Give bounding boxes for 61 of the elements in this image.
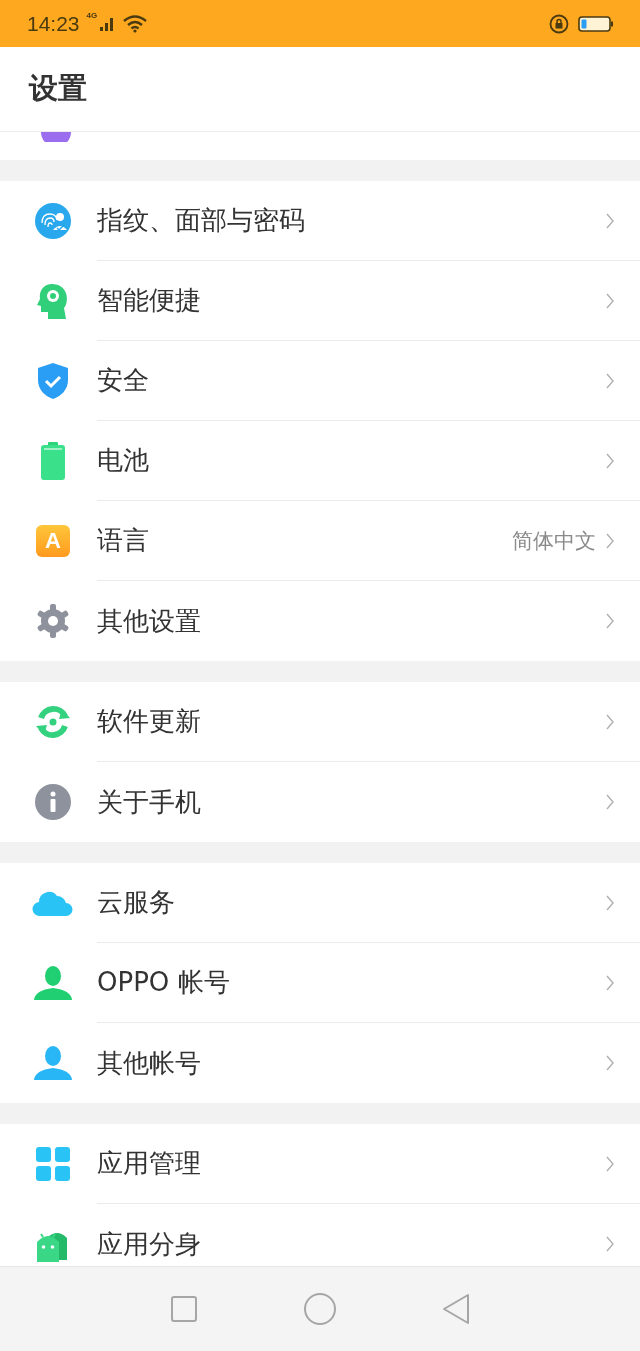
refresh-icon <box>35 704 71 740</box>
settings-item[interactable]: OPPO 帐号 <box>0 943 640 1023</box>
signal-icon <box>100 15 115 32</box>
wifi-icon <box>123 14 148 33</box>
chevron-right-icon <box>606 974 614 991</box>
settings-icon <box>35 603 71 639</box>
chevron-right-icon <box>606 372 614 389</box>
apps-grid-icon <box>36 1147 70 1181</box>
shield-check-icon <box>37 362 69 400</box>
item-label: OPPO 帐号 <box>97 966 230 999</box>
chevron-right-icon <box>606 452 614 469</box>
settings-item[interactable]: 应用管理 <box>0 1124 640 1204</box>
item-label: 应用管理 <box>97 1147 201 1180</box>
item-label: 软件更新 <box>97 705 201 738</box>
item-label: 指纹、面部与密码 <box>97 204 305 237</box>
info-icon <box>35 784 71 820</box>
chevron-right-icon <box>606 713 614 730</box>
settings-item[interactable]: 安全 <box>0 341 640 421</box>
person-icon <box>33 965 73 1001</box>
item-label: 智能便捷 <box>97 284 201 317</box>
item-value: 简体中文 <box>512 527 596 555</box>
page-title: 设置 <box>29 70 87 107</box>
letter-a-icon: A <box>36 525 70 557</box>
battery-icon <box>578 14 614 33</box>
person-icon <box>33 1045 73 1081</box>
settings-item[interactable]: 应用分身 <box>0 1204 640 1266</box>
cloud-icon <box>32 889 74 917</box>
chevron-right-icon <box>606 212 614 229</box>
item-label: 其他帐号 <box>97 1046 201 1080</box>
chevron-right-icon <box>606 532 614 549</box>
item-label: 应用分身 <box>97 1227 201 1261</box>
chevron-right-icon <box>606 1236 614 1252</box>
back-button[interactable] <box>442 1293 471 1325</box>
rotation-lock-icon <box>549 13 569 34</box>
item-label: 其他设置 <box>97 604 201 638</box>
settings-item[interactable]: 软件更新 <box>0 682 640 762</box>
chevron-right-icon <box>606 1155 614 1172</box>
settings-item[interactable]: 电池 <box>0 421 640 501</box>
settings-item[interactable]: 其他设置 <box>0 581 640 661</box>
chevron-right-icon <box>606 292 614 309</box>
chevron-right-icon <box>606 1055 614 1071</box>
home-button[interactable] <box>303 1292 337 1326</box>
item-label: 电池 <box>97 444 149 477</box>
item-label: 关于手机 <box>97 785 201 819</box>
item-label: 安全 <box>97 364 149 397</box>
item-label: 语言 <box>97 524 149 557</box>
head-gear-icon <box>36 282 70 320</box>
settings-item[interactable]: 其他帐号 <box>0 1023 640 1103</box>
status-time: 14:23 <box>27 11 80 36</box>
settings-item[interactable]: 云服务 <box>0 863 640 943</box>
battery-icon <box>40 442 66 480</box>
settings-item[interactable]: 关于手机 <box>0 762 640 842</box>
chevron-right-icon <box>606 613 614 629</box>
recents-button[interactable] <box>169 1295 198 1323</box>
network-type: 4G <box>86 11 98 20</box>
item-label: 云服务 <box>97 886 175 919</box>
settings-item[interactable]: 指纹、面部与密码 <box>0 181 640 261</box>
settings-item[interactable]: 智能便捷 <box>0 261 640 341</box>
chevron-right-icon <box>606 794 614 810</box>
settings-item[interactable]: A 语言 简体中文 <box>0 501 640 581</box>
chevron-right-icon <box>606 894 614 911</box>
